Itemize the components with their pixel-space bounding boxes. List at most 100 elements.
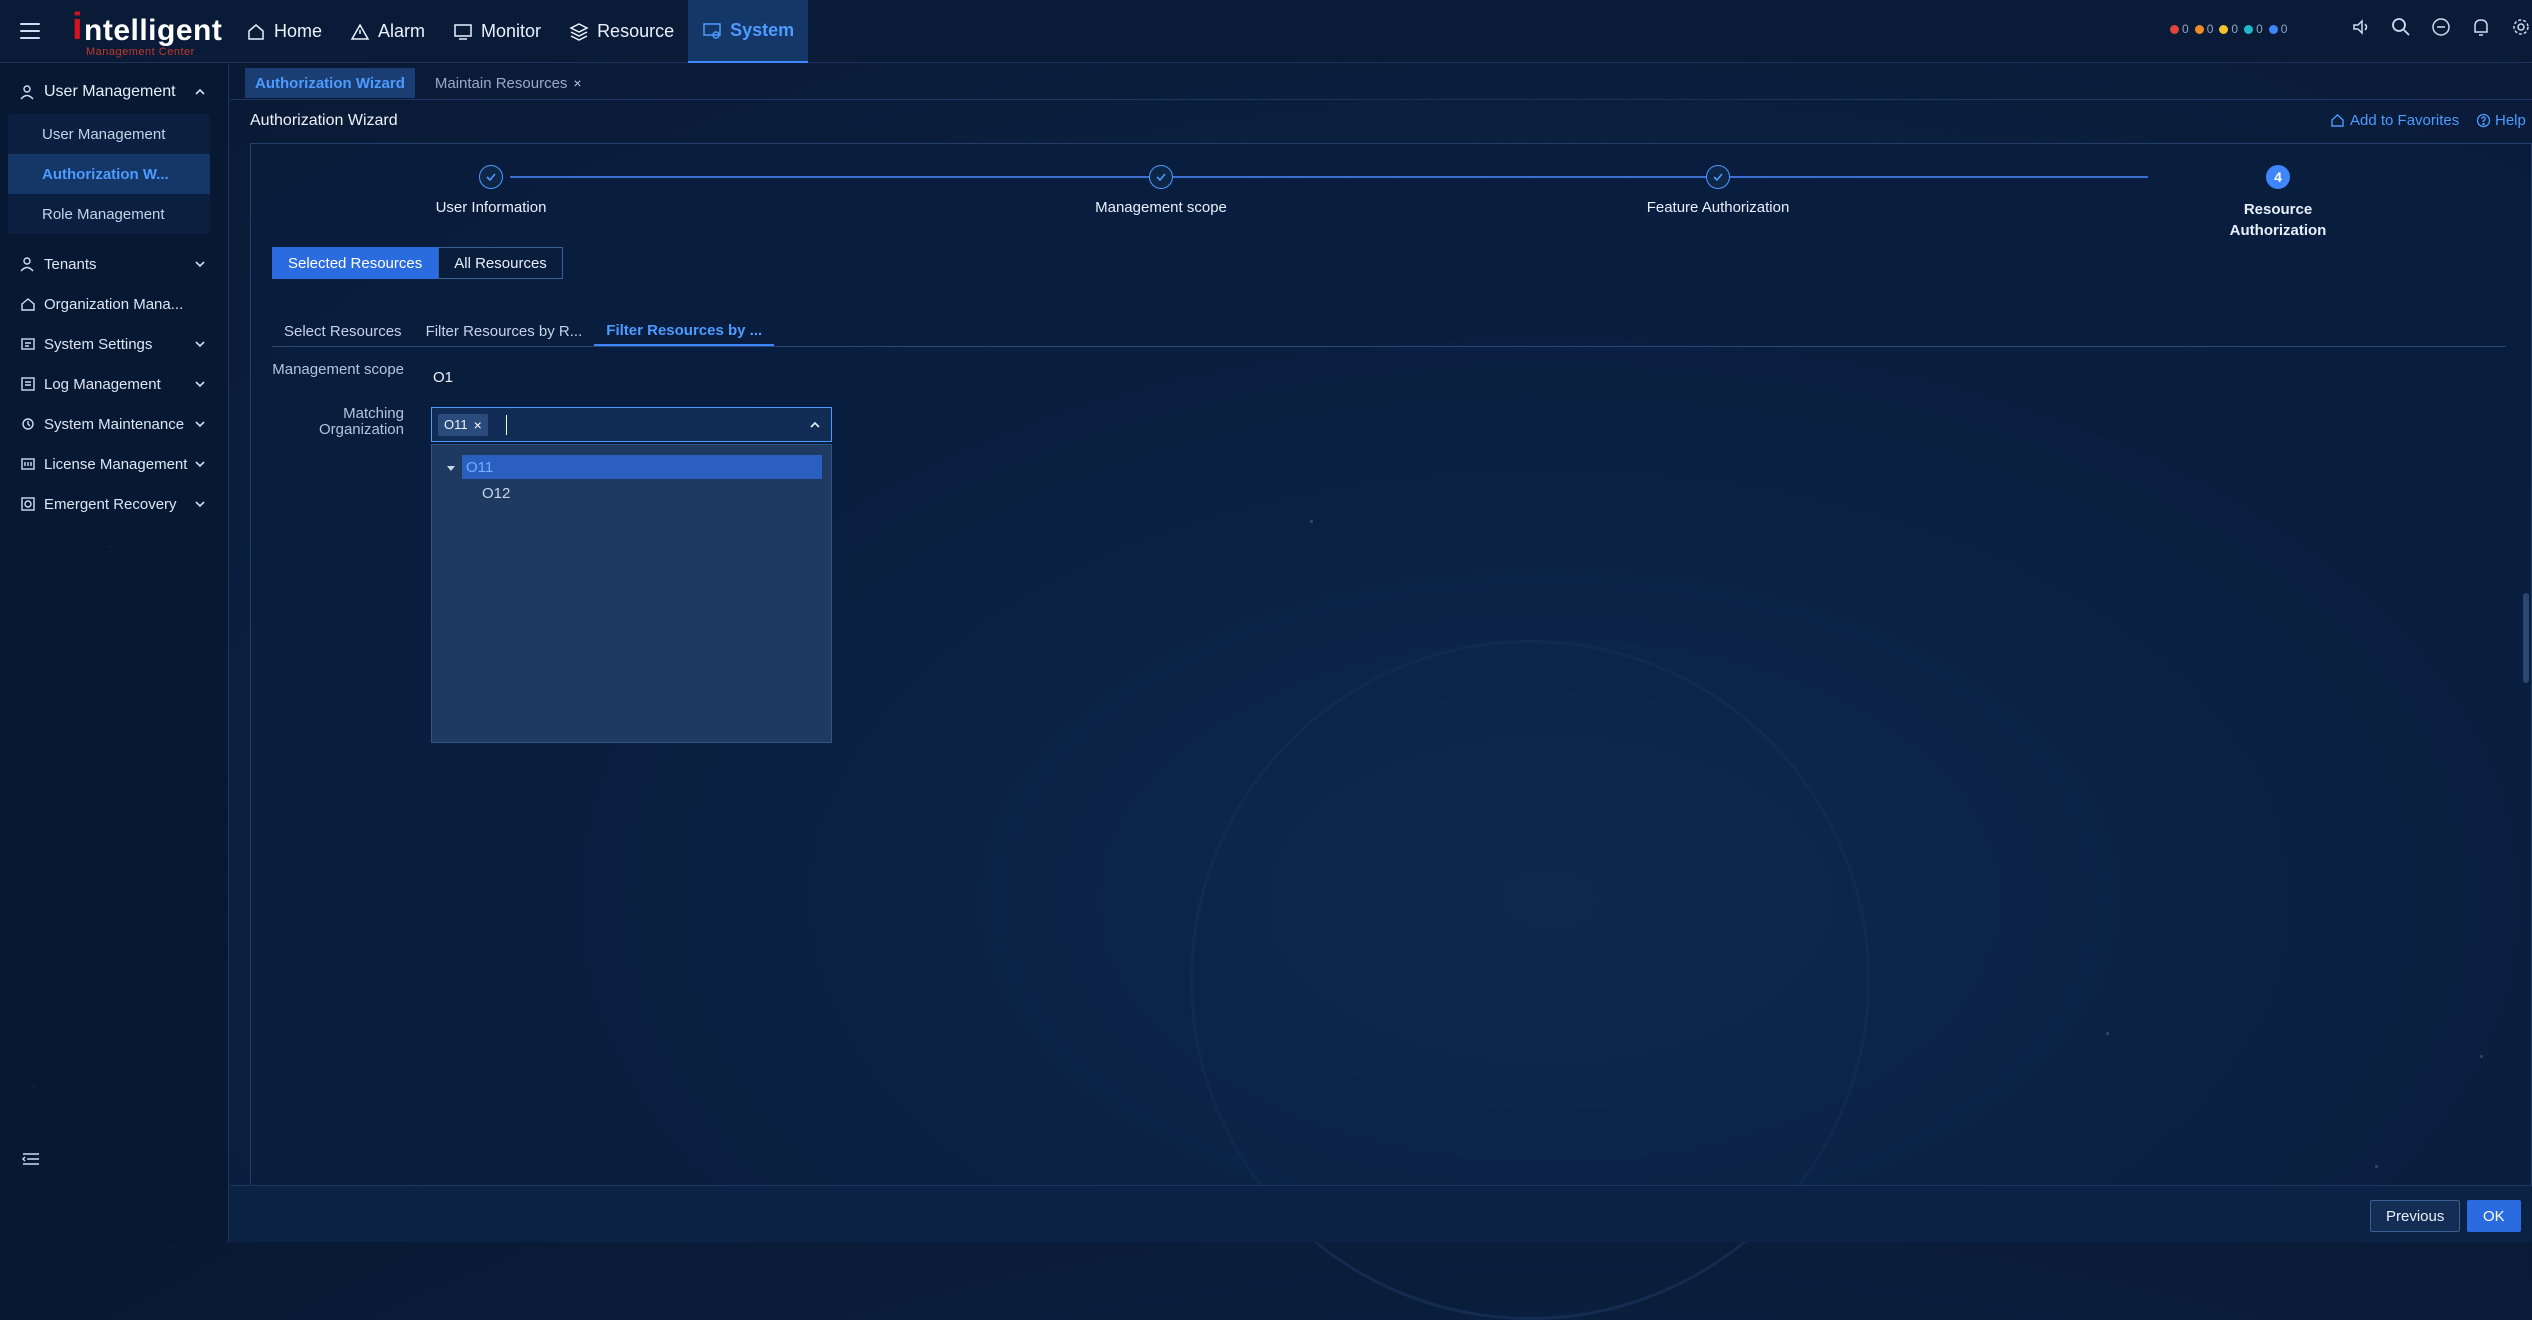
brand-logo[interactable]: i ntelligent Management Center [70,6,222,58]
tab-maintain-resources[interactable]: Maintain Resources × [425,68,592,98]
sidebar-list: Tenants Organization Mana... System Sett… [0,244,229,524]
user-icon [20,85,34,100]
home-icon [248,23,264,40]
sidebar-item-log-management[interactable]: Log Management [0,364,229,404]
tab-authorization-wizard[interactable]: Authorization Wizard [245,68,415,98]
chevron-down-icon[interactable] [194,378,206,390]
sidebar-item-authorization-wizard[interactable]: Authorization W... [8,154,210,194]
help-icon [2476,113,2491,128]
sidebar-item-role-management[interactable]: Role Management [8,194,210,234]
resource-subtabs: Select Resources Filter Resources by R..… [272,316,775,346]
tenant-icon [20,257,34,272]
chevron-down-icon[interactable] [194,498,206,510]
alarm-info[interactable]: 0 [2268,22,2287,36]
sidebar-item-system-settings[interactable]: System Settings [0,324,229,364]
tree-node-o11[interactable]: O11 [462,455,822,479]
search-icon[interactable] [2390,16,2412,38]
page-tabs: Authorization Wizard Maintain Resources … [245,68,592,98]
management-scope-value: O1 [433,369,454,386]
step-2-check-icon [1149,165,1173,189]
alarm-critical[interactable]: 0 [2170,22,2189,36]
close-tab-icon[interactable]: × [573,75,581,91]
alarm-warning[interactable]: 0 [2244,22,2263,36]
step-3-check-icon [1706,165,1730,189]
tab-select-resources[interactable]: Select Resources [272,316,414,346]
top-toolbar [2350,16,2532,38]
organization-tree-dropdown: O11 O12 [431,444,832,743]
top-bar: i ntelligent Management Center Home Alar… [0,0,2532,63]
monitor-icon [454,23,472,40]
log-icon [21,377,35,391]
alarm-major-dot [2194,24,2204,34]
chevron-down-icon[interactable] [194,338,206,350]
chevron-up-icon[interactable] [194,86,206,98]
step-1-label: User Information [435,199,547,216]
subtab-divider [272,346,2506,347]
resource-scope-toggle: Selected Resources All Resources [272,247,563,279]
alarm-icon [350,22,370,40]
feedback-icon[interactable] [2430,16,2452,38]
tree-expand-icon[interactable] [446,463,456,473]
gear-icon[interactable] [2510,16,2532,38]
sidebar-item-user-management[interactable]: User Management [8,114,210,154]
all-resources-button[interactable]: All Resources [438,247,563,279]
previous-button[interactable]: Previous [2370,1200,2461,1232]
step-connector [510,176,2148,178]
maintenance-icon [22,418,34,430]
wizard-footer [230,1185,2532,1242]
matching-organization-label: Matching Organization [318,405,404,438]
favorites-icon [2331,114,2344,127]
alarm-info-dot [2268,24,2278,34]
add-to-favorites-link[interactable]: Add to Favorites [2330,112,2459,129]
selected-organization-chip: O11 × [438,413,488,436]
hamburger-menu-icon[interactable] [20,18,40,44]
chevron-up-icon[interactable] [809,419,821,431]
collapse-sidebar-icon[interactable] [22,1152,40,1166]
nav-home[interactable]: Home [232,0,336,63]
step-1-check-icon [479,165,503,189]
nav-resource[interactable]: Resource [555,0,688,63]
nav-monitor[interactable]: Monitor [439,0,555,63]
nav-alarm[interactable]: Alarm [336,0,439,63]
sidebar-item-license-management[interactable]: License Management [0,444,229,484]
page-scrollbar[interactable] [2523,593,2529,683]
sidebar-item-system-maintenance[interactable]: System Maintenance [0,404,229,444]
text-caret [505,414,507,435]
matching-organization-select[interactable]: O11 × [431,407,832,442]
alarm-major[interactable]: 0 [2194,22,2213,36]
sidebar-group-user-management[interactable]: User Management [20,78,215,106]
tree-node-o12[interactable]: O12 [482,481,510,505]
recovery-icon [21,497,35,511]
organization-icon [21,298,35,311]
sidebar-item-tenants[interactable]: Tenants [0,244,229,284]
alarm-sound-icon[interactable] [2350,16,2372,38]
alarm-minor-dot [2219,24,2229,34]
nav-system[interactable]: System [688,0,809,63]
license-icon [21,458,35,470]
help-link[interactable]: Help [2476,112,2526,129]
chevron-down-icon[interactable] [194,418,206,430]
tab-filter-resources-by-region[interactable]: Filter Resources by R... [414,316,595,346]
notification-bell-icon[interactable] [2470,16,2492,38]
main-nav: Home Alarm Monitor Resource System [232,0,809,63]
step-2-label: Management scope [1095,199,1227,216]
tab-divider [230,99,2532,100]
chevron-down-icon[interactable] [194,258,206,270]
step-4-label: Resource Authorization [2229,201,2327,239]
resource-icon [569,22,589,41]
sidebar-item-organization[interactable]: Organization Mana... [0,284,229,324]
sidebar-submenu: User Management Authorization W... Role … [8,114,210,234]
settings-icon [21,338,35,350]
page-title: Authorization Wizard [250,112,398,129]
management-scope-label: Management scope [272,361,404,378]
remove-chip-icon[interactable]: × [474,417,482,433]
selected-resources-button[interactable]: Selected Resources [272,247,439,279]
step-4-number: 4 [2266,165,2290,189]
system-icon [703,22,721,39]
ok-button[interactable]: OK [2467,1200,2521,1232]
tab-filter-resources-by-organization[interactable]: Filter Resources by ... [594,316,775,346]
sidebar-item-emergent-recovery[interactable]: Emergent Recovery [0,484,229,524]
alarm-minor[interactable]: 0 [2219,22,2238,36]
alarm-counters[interactable]: 0 0 0 0 0 [2170,22,2287,36]
chevron-down-icon[interactable] [194,458,206,470]
